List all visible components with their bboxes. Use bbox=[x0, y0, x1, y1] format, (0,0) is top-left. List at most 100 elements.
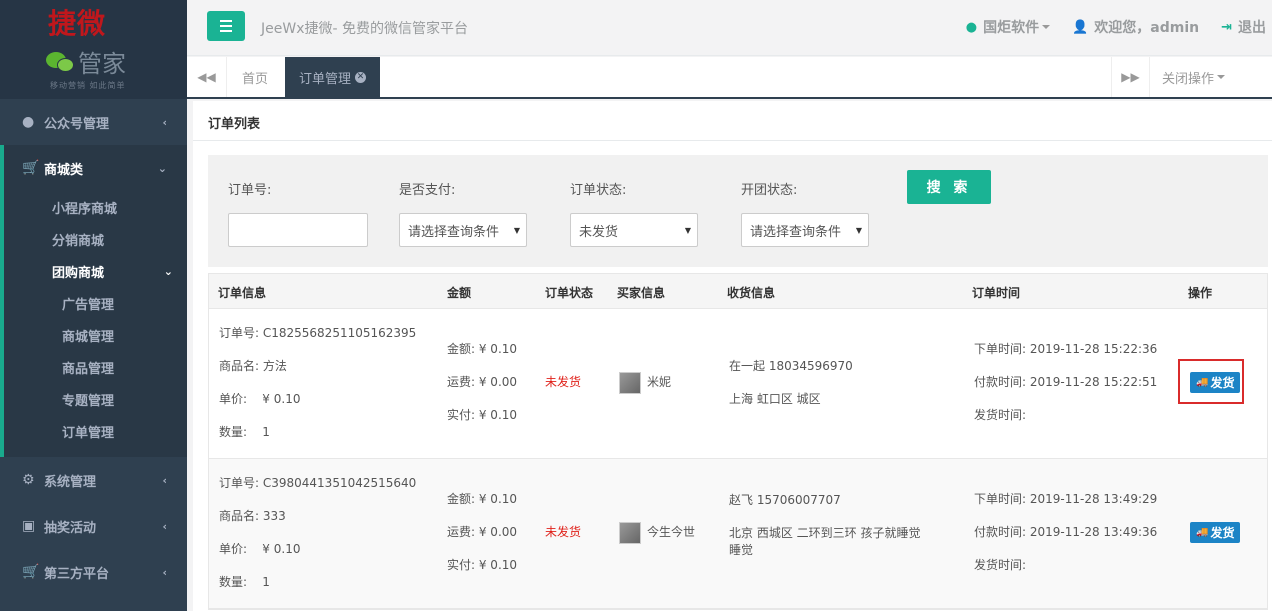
chevron-left-icon: ‹ bbox=[162, 565, 167, 579]
sidebar-item-mini-program-mall[interactable]: 小程序商城 bbox=[4, 191, 187, 223]
table-row: 订单号: C3980441351042515640 商品名: 333 单价: ¥… bbox=[209, 459, 1267, 609]
sidebar-group-mall: 🛒 商城类 ⌄ 小程序商城 分销商城 团购商城 ⌄ 广告管理 商城管理 商品管理… bbox=[0, 145, 187, 457]
caret-down-icon bbox=[1042, 25, 1051, 29]
group-status-label: 开团状态: bbox=[741, 183, 798, 198]
status-label: 订单状态: bbox=[570, 183, 627, 198]
pay-time: 付款时间: 2019-11-28 15:22:51 bbox=[974, 375, 1158, 389]
wechat-logo-icon bbox=[46, 50, 76, 74]
amount: 金额: ¥ 0.10 bbox=[447, 492, 518, 506]
ship-button[interactable]: 🚚 发货 bbox=[1190, 372, 1241, 393]
buyer-name: 今生今世 bbox=[647, 525, 696, 539]
user-icon: 👤 bbox=[1072, 19, 1089, 35]
col-action: 操作 bbox=[1188, 286, 1213, 300]
logout-link[interactable]: ⇥ 退出 bbox=[1221, 17, 1266, 37]
actual-paid: 实付: ¥ 0.10 bbox=[447, 408, 518, 422]
ship-time: 发货时间: bbox=[974, 558, 1027, 572]
actual-paid: 实付: ¥ 0.10 bbox=[447, 558, 518, 572]
pay-time: 付款时间: 2019-11-28 13:49:36 bbox=[974, 525, 1158, 539]
cart-icon: 🛒 bbox=[22, 564, 40, 580]
orders-table: 订单信息 金额 订单状态 买家信息 收货信息 订单时间 操作 订单号: C182… bbox=[208, 273, 1268, 610]
order-time: 下单时间: 2019-11-28 15:22:36 bbox=[974, 342, 1158, 356]
truck-icon: 🚚 bbox=[1196, 527, 1209, 538]
ship-time: 发货时间: bbox=[974, 408, 1027, 422]
receiver: 在一起 18034596970 bbox=[729, 359, 853, 373]
table-row: 订单号: C1825568251105162395 商品名: 方法 单价: ¥ … bbox=[209, 309, 1267, 459]
page-title: 订单列表 bbox=[193, 101, 1272, 141]
tabs-scroll-left-button[interactable]: ◀◀ bbox=[187, 57, 227, 97]
sidebar-item-ads[interactable]: 广告管理 bbox=[4, 287, 187, 319]
sidebar-item-system[interactable]: ⚙ 系统管理 ‹ bbox=[0, 457, 187, 503]
avatar bbox=[619, 371, 641, 394]
order-time: 下单时间: 2019-11-28 13:49:29 bbox=[974, 492, 1158, 506]
address: 北京 西城区 二环到三环 孩子就睡觉睡觉 bbox=[729, 526, 921, 557]
logo: 捷微 管家 移动营销 如此简单 bbox=[0, 0, 187, 99]
tab-orders[interactable]: 订单管理 ✕ bbox=[285, 57, 381, 97]
brand-slogan: 移动营销 如此简单 bbox=[50, 81, 126, 90]
col-order-info: 订单信息 bbox=[218, 286, 267, 300]
sign-out-icon: ⇥ bbox=[1221, 19, 1232, 35]
top-navbar: JeeWx捷微- 免费的微信管家平台 ● 国炬软件 👤 欢迎您，admin ⇥ … bbox=[187, 0, 1272, 56]
close-tab-icon[interactable]: ✕ bbox=[355, 71, 367, 83]
menu-toggle-button[interactable] bbox=[207, 11, 245, 41]
sidebar-item-wechat-accounts[interactable]: ● 公众号管理 ‹ bbox=[0, 99, 187, 145]
sidebar-item-mall-manage[interactable]: 商城管理 bbox=[4, 319, 187, 351]
freight: 运费: ¥ 0.00 bbox=[447, 525, 518, 539]
sidebar-item-third-party[interactable]: 🛒 第三方平台 ‹ bbox=[0, 549, 187, 595]
chevron-down-icon: ⌄ bbox=[157, 161, 167, 175]
unit-price: 单价: ¥ 0.10 bbox=[219, 542, 301, 556]
product-name: 商品名: 方法 bbox=[219, 359, 287, 373]
sidebar-item-products[interactable]: 商品管理 bbox=[4, 351, 187, 383]
tabs-bar: ◀◀ 首页 订单管理 ✕ ▶▶ 关闭操作 bbox=[187, 57, 1272, 99]
search-panel: 订单号: 是否支付: 请选择查询条件 订单状态: 未发货 开团状态: 请选择查询… bbox=[208, 155, 1268, 267]
cart-icon: 🛒 bbox=[22, 160, 40, 176]
col-amount: 金额 bbox=[447, 286, 472, 300]
gift-icon: ▣ bbox=[22, 518, 36, 534]
wechat-icon: ● bbox=[22, 114, 35, 130]
sidebar: 捷微 管家 移动营销 如此简单 ● 公众号管理 ‹ 🛒 商城类 ⌄ 小程序商城 … bbox=[0, 0, 187, 611]
sidebar-item-distribution-mall[interactable]: 分销商城 bbox=[4, 223, 187, 255]
order-no-label: 订单号: bbox=[228, 183, 272, 198]
unit-price: 单价: ¥ 0.10 bbox=[219, 392, 301, 406]
quantity: 数量: 1 bbox=[219, 575, 270, 589]
sidebar-item-topics[interactable]: 专题管理 bbox=[4, 383, 187, 415]
chevron-left-icon: ‹ bbox=[162, 519, 167, 533]
wechat-icon: ● bbox=[965, 19, 978, 35]
freight: 运费: ¥ 0.00 bbox=[447, 375, 518, 389]
sidebar-item-group-buy-mall[interactable]: 团购商城 ⌄ bbox=[4, 255, 187, 287]
tabs-scroll-right-button[interactable]: ▶▶ bbox=[1111, 57, 1149, 97]
ship-button[interactable]: 🚚 发货 bbox=[1190, 522, 1241, 543]
group-status-select[interactable]: 请选择查询条件 bbox=[741, 213, 869, 247]
user-welcome[interactable]: 👤 欢迎您，admin bbox=[1072, 17, 1199, 37]
amount: 金额: ¥ 0.10 bbox=[447, 342, 518, 356]
close-operations-dropdown[interactable]: 关闭操作 bbox=[1149, 57, 1272, 97]
brand-title: 捷微 bbox=[48, 7, 107, 40]
order-no-input[interactable] bbox=[228, 213, 368, 247]
product-name: 商品名: 333 bbox=[219, 509, 286, 523]
chevron-left-icon: ‹ bbox=[162, 115, 167, 129]
table-header: 订单信息 金额 订单状态 买家信息 收货信息 订单时间 操作 bbox=[209, 274, 1267, 309]
order-status: 未发货 bbox=[545, 525, 582, 539]
tab-home[interactable]: 首页 bbox=[228, 57, 282, 97]
avatar bbox=[619, 521, 641, 544]
software-dropdown[interactable]: ● 国炬软件 bbox=[965, 17, 1051, 37]
order-number: 订单号: C3980441351042515640 bbox=[219, 476, 417, 490]
sidebar-item-orders[interactable]: 订单管理 bbox=[4, 415, 187, 457]
brand-name: 管家 bbox=[78, 50, 126, 78]
sidebar-item-lottery[interactable]: ▣ 抽奖活动 ‹ bbox=[0, 503, 187, 549]
gear-icon: ⚙ bbox=[22, 472, 35, 488]
quantity: 数量: 1 bbox=[219, 425, 270, 439]
search-button[interactable]: 搜 索 bbox=[907, 170, 991, 204]
chevron-down-icon: ⌄ bbox=[163, 264, 173, 278]
sidebar-item-mall[interactable]: 🛒 商城类 ⌄ bbox=[4, 145, 187, 191]
col-status: 订单状态 bbox=[545, 286, 594, 300]
col-time: 订单时间 bbox=[972, 286, 1021, 300]
status-select[interactable]: 未发货 bbox=[570, 213, 698, 247]
col-shipping: 收货信息 bbox=[727, 286, 776, 300]
app-title: JeeWx捷微- 免费的微信管家平台 bbox=[261, 21, 468, 37]
caret-down-icon bbox=[1217, 75, 1226, 79]
receiver: 赵飞 15706007707 bbox=[729, 493, 841, 507]
chevron-left-icon: ‹ bbox=[162, 473, 167, 487]
buyer-name: 米妮 bbox=[647, 375, 672, 389]
paid-label: 是否支付: bbox=[399, 183, 456, 198]
paid-select[interactable]: 请选择查询条件 bbox=[399, 213, 527, 247]
